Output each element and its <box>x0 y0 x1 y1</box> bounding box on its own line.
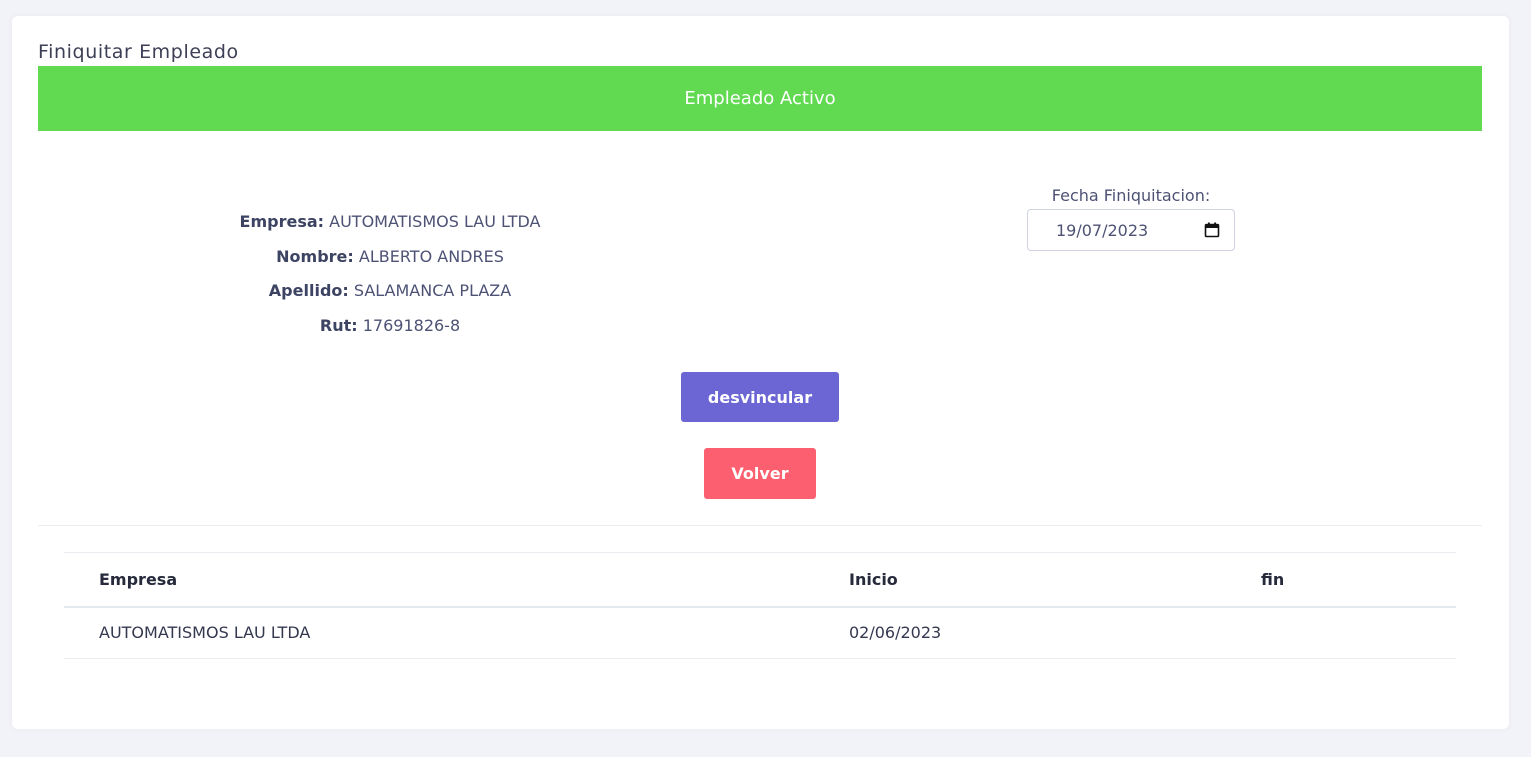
cell-inicio: 02/06/2023 <box>849 606 1261 659</box>
empresa-row: Empresa: AUTOMATISMOS LAU LTDA <box>90 212 690 247</box>
table-header-row: Empresa Inicio fin <box>64 552 1456 608</box>
volver-button[interactable]: Volver <box>704 448 816 499</box>
header-fin: fin <box>1261 552 1456 608</box>
cell-empresa: AUTOMATISMOS LAU LTDA <box>64 606 849 659</box>
fecha-finiquitacion-group: Fecha Finiquitacion: 19/07/2023 <box>1026 186 1236 251</box>
desvincular-button[interactable]: desvincular <box>681 372 839 422</box>
nombre-value: ALBERTO ANDRES <box>358 246 504 266</box>
status-label: Empleado Activo <box>684 88 836 109</box>
rut-label: Rut: <box>319 315 358 335</box>
fecha-finiquitacion-input[interactable]: 19/07/2023 <box>1027 209 1235 251</box>
empresa-label: Empresa: <box>239 212 325 231</box>
divider <box>38 525 1482 526</box>
rut-row: Rut: 17691826-8 <box>90 316 690 351</box>
apellido-label: Apellido: <box>268 281 349 300</box>
table-row: AUTOMATISMOS LAU LTDA 02/06/2023 <box>64 606 1456 659</box>
empresa-value: AUTOMATISMOS LAU LTDA <box>329 212 541 231</box>
header-inicio: Inicio <box>849 552 1261 608</box>
calendar-icon[interactable] <box>1204 222 1220 238</box>
date-value: 19/07/2023 <box>1056 220 1149 240</box>
page-title: Finiquitar Empleado <box>38 41 239 63</box>
header-empresa: Empresa <box>64 552 849 608</box>
nombre-label: Nombre: <box>276 246 354 266</box>
fecha-finiquitacion-label: Fecha Finiquitacion: <box>1051 186 1211 205</box>
history-table: Empresa Inicio fin AUTOMATISMOS LAU LTDA… <box>64 552 1456 659</box>
nombre-row: Nombre: ALBERTO ANDRES <box>90 247 690 282</box>
employee-info: Empresa: AUTOMATISMOS LAU LTDA Nombre: A… <box>90 212 690 350</box>
apellido-value: SALAMANCA PLAZA <box>353 281 512 300</box>
apellido-row: Apellido: SALAMANCA PLAZA <box>90 281 690 316</box>
cell-fin <box>1261 606 1456 659</box>
rut-value: 17691826-8 <box>362 315 461 335</box>
status-banner: Empleado Activo <box>38 66 1482 131</box>
main-card: Finiquitar Empleado Empleado Activo Empr… <box>12 16 1509 729</box>
